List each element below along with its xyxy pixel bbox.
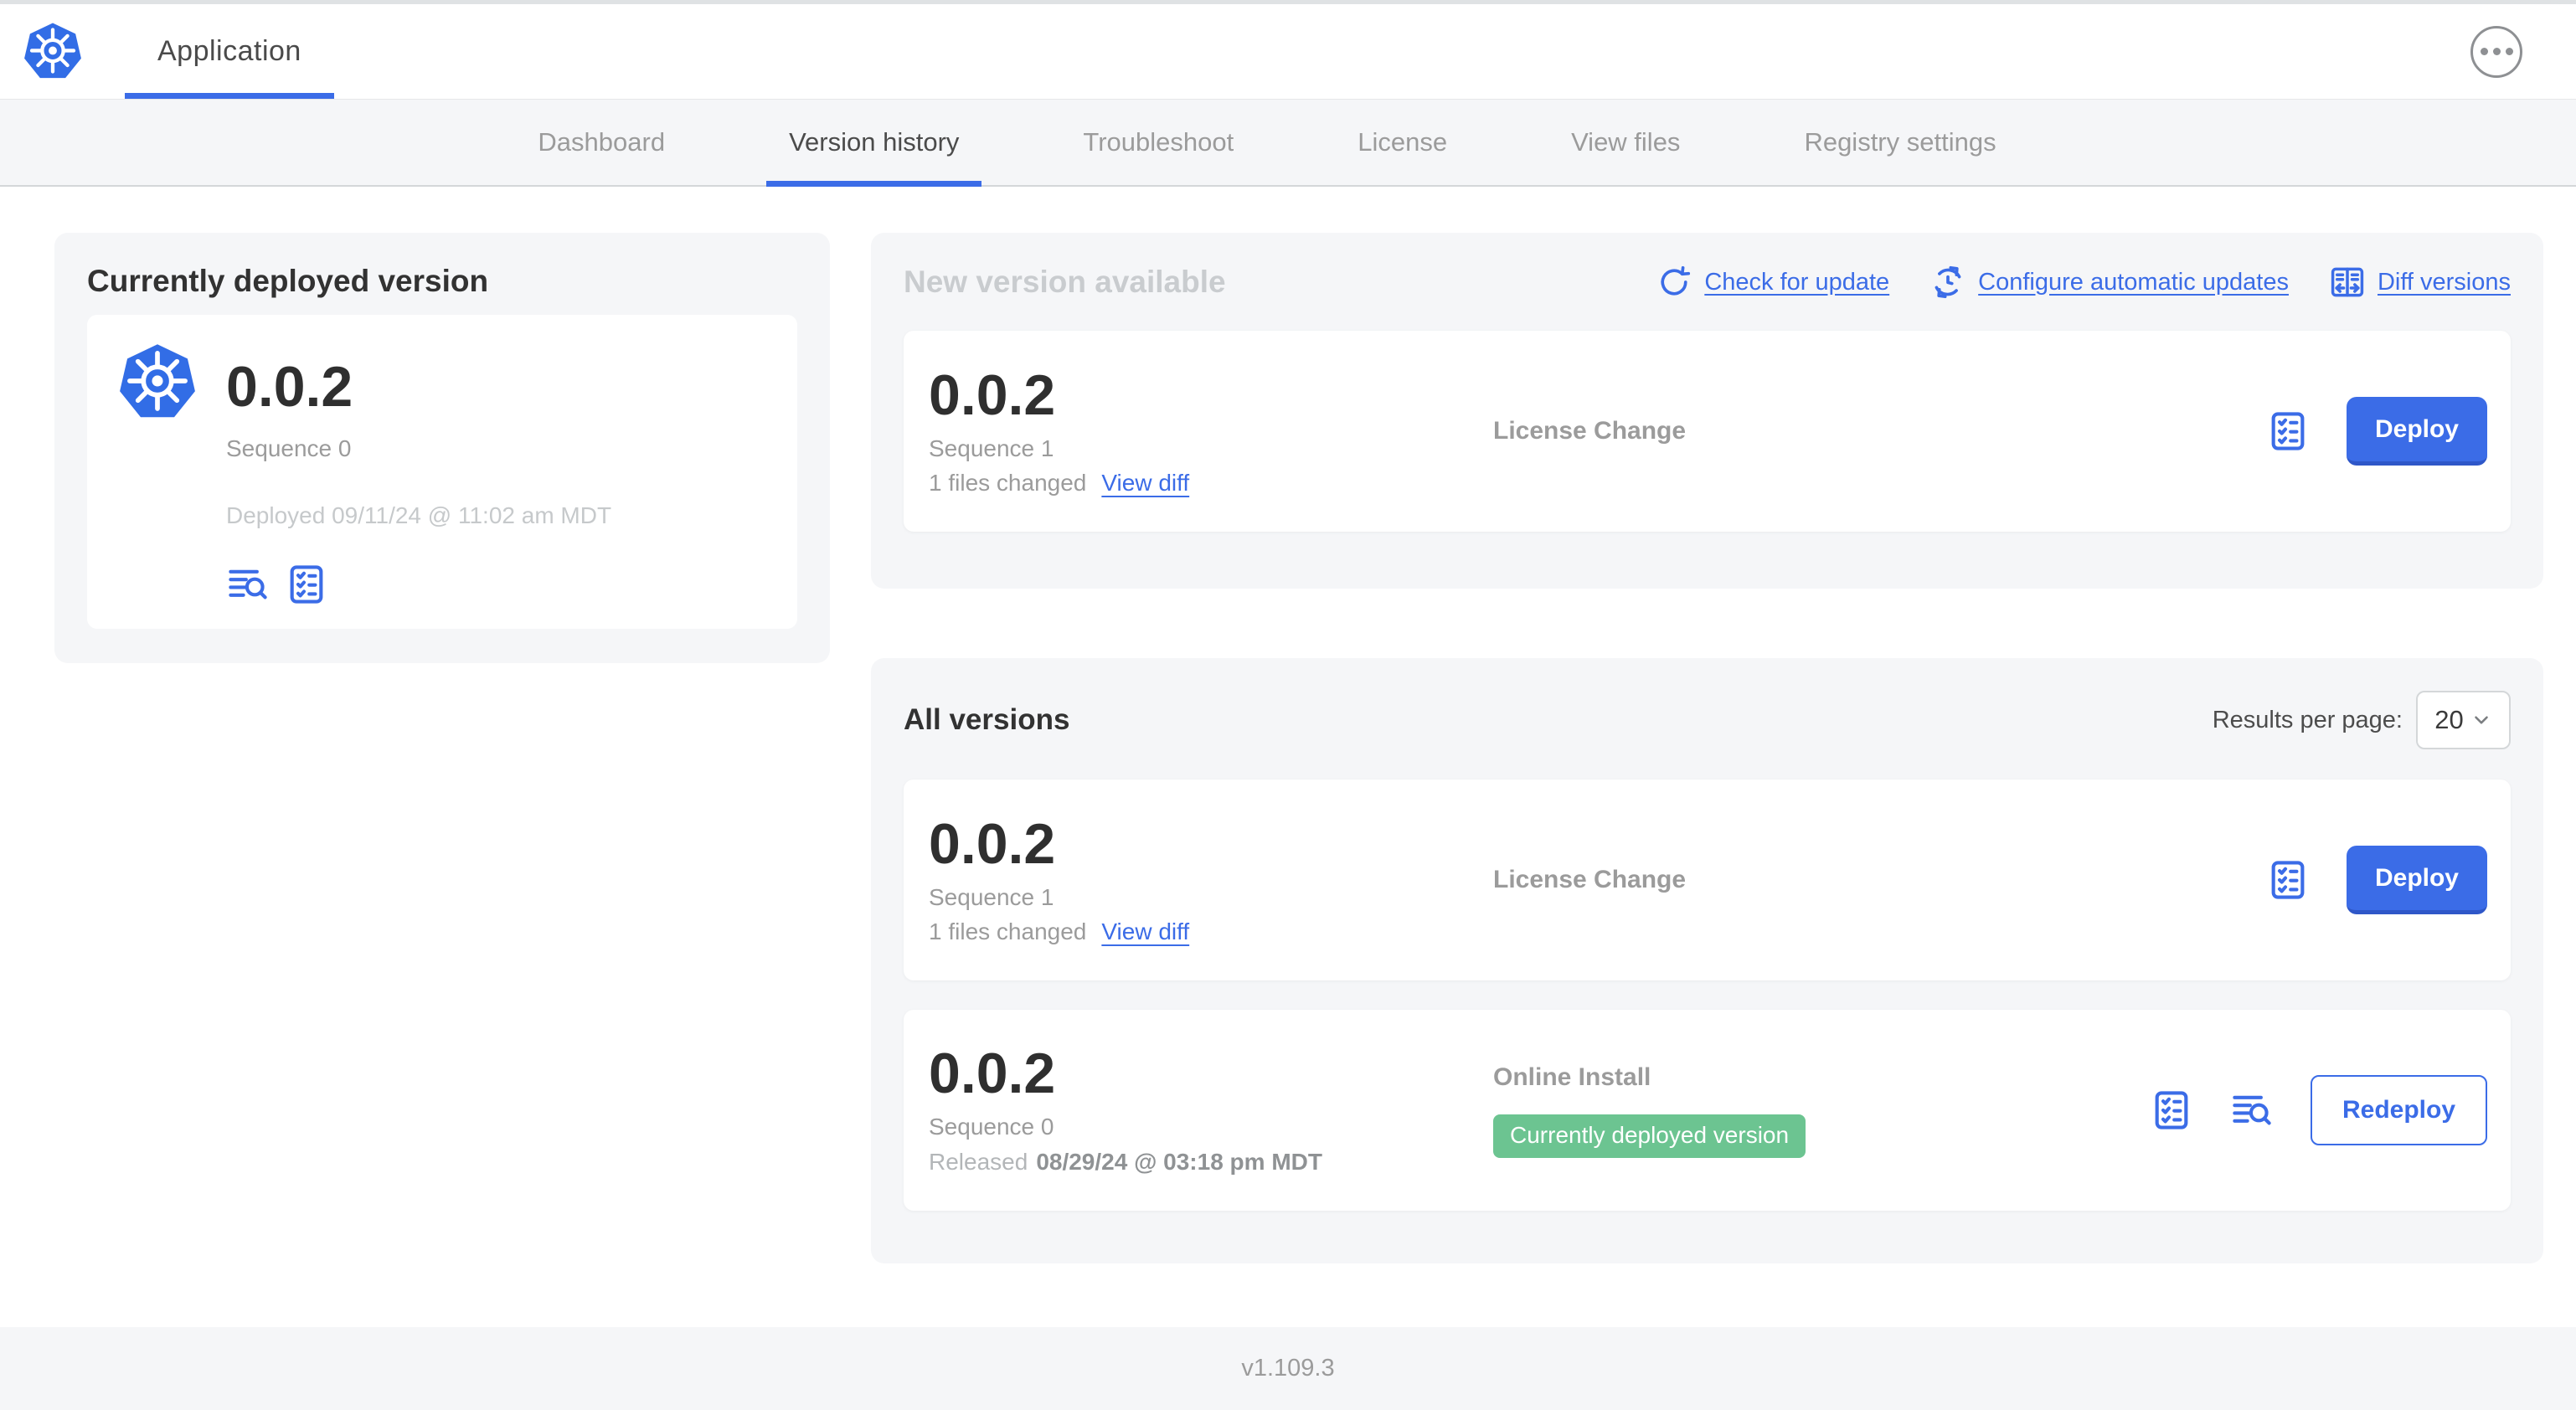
currently-deployed-title: Currently deployed version — [87, 264, 489, 298]
kubernetes-logo-icon — [116, 342, 198, 424]
version-sequence: Sequence 1 — [929, 435, 1054, 461]
files-changed-row: 1 files changed View diff — [929, 470, 1493, 497]
results-per-page-value: 20 — [2434, 705, 2464, 734]
all-versions-panel: All versions Results per page: 20 0.0.2 … — [871, 658, 2543, 1263]
deployed-timestamp: Deployed 09/11/24 @ 11:02 am MDT — [226, 502, 612, 528]
released-row: Released 08/29/24 @ 03:18 pm MDT — [929, 1149, 1493, 1176]
version-source: License Change — [1493, 417, 2266, 445]
version-actions: Deploy — [2266, 846, 2487, 914]
version-row: 0.0.2 Sequence 0 Released 08/29/24 @ 03:… — [904, 1010, 2511, 1211]
tab-version-history[interactable]: Version history — [766, 100, 982, 187]
new-version-card: 0.0.2 Sequence 1 1 files changed View di… — [904, 331, 2511, 532]
kubernetes-logo-icon — [22, 21, 84, 83]
version-info: 0.0.2 Sequence 1 1 files changed View di… — [929, 816, 1493, 945]
app-tab[interactable]: Application — [125, 4, 334, 99]
preflight-checks-icon[interactable] — [2150, 1088, 2193, 1132]
files-changed-label: 1 files changed — [929, 918, 1087, 944]
source-label: Online Install — [1493, 1063, 1651, 1091]
version-info: 0.0.2 Sequence 0 Released 08/29/24 @ 03:… — [929, 1045, 1493, 1176]
files-changed-label: 1 files changed — [929, 469, 1087, 496]
deploy-button[interactable]: Deploy — [2346, 846, 2487, 914]
version-actions: Deploy — [2266, 397, 2487, 466]
version-sequence: Sequence 0 — [929, 1114, 1054, 1140]
released-timestamp: 08/29/24 @ 03:18 pm MDT — [1036, 1149, 1322, 1175]
version-number: 0.0.2 — [929, 363, 1056, 427]
preflight-checks-icon[interactable] — [2266, 409, 2310, 453]
main-content: Currently deployed version 0.0.2 Sequenc… — [0, 187, 2576, 1263]
files-changed-row: 1 files changed View diff — [929, 918, 1493, 945]
new-version-panel: New version available Check for update C… — [871, 233, 2543, 589]
tab-troubleshoot[interactable]: Troubleshoot — [1060, 100, 1256, 185]
version-row: 0.0.2 Sequence 1 1 files changed View di… — [904, 780, 2511, 980]
app-header: Application — [0, 4, 2576, 99]
view-diff-link[interactable]: View diff — [1101, 918, 1189, 945]
app-title: Application — [157, 35, 301, 67]
version-number: 0.0.2 — [929, 1042, 1056, 1105]
deploy-button[interactable]: Deploy — [2346, 397, 2487, 466]
new-version-title: New version available — [904, 265, 1226, 299]
update-actions: Check for update Configure automatic upd… — [1656, 264, 2511, 301]
app-footer: v1.109.3 — [0, 1327, 2576, 1410]
tab-registry-settings[interactable]: Registry settings — [1781, 100, 2018, 185]
redeploy-button[interactable]: Redeploy — [2310, 1075, 2487, 1145]
chevron-down-icon — [2474, 716, 2488, 724]
new-version-header: New version available Check for update C… — [904, 264, 2511, 301]
released-label: Released — [929, 1149, 1028, 1175]
view-logs-icon[interactable] — [2230, 1088, 2274, 1132]
auto-update-clock-icon — [1935, 265, 1961, 299]
results-per-page: Results per page: 20 — [2213, 691, 2511, 749]
version-number: 0.0.2 — [929, 811, 1056, 876]
app-navbar: Dashboard Version history Troubleshoot L… — [0, 99, 2576, 187]
results-per-page-label: Results per page: — [2212, 706, 2403, 733]
currently-deployed-badge: Currently deployed version — [1493, 1114, 1806, 1158]
view-logs-icon[interactable] — [226, 563, 270, 606]
preflight-checks-icon[interactable] — [285, 563, 328, 606]
deployed-actions — [226, 563, 611, 606]
currently-deployed-card: 0.0.2 Sequence 0 Deployed 09/11/24 @ 11:… — [87, 315, 797, 629]
preflight-checks-icon[interactable] — [2266, 858, 2310, 902]
check-for-update-link[interactable]: Check for update — [1656, 264, 1889, 301]
console-version: v1.109.3 — [1241, 1355, 1335, 1382]
version-source: License Change — [1493, 866, 2266, 894]
refresh-icon — [1661, 265, 1691, 296]
all-versions-header: All versions Results per page: 20 — [904, 691, 2511, 749]
version-sequence: Sequence 1 — [929, 883, 1054, 910]
currently-deployed-panel: Currently deployed version 0.0.2 Sequenc… — [54, 233, 830, 663]
view-diff-link[interactable]: View diff — [1101, 470, 1189, 497]
tab-view-files[interactable]: View files — [1548, 100, 1703, 185]
deployed-sequence: Sequence 0 — [226, 435, 352, 461]
diff-versions-link[interactable]: Diff versions — [2329, 264, 2511, 301]
deployed-version-info: 0.0.2 Sequence 0 Deployed 09/11/24 @ 11:… — [226, 340, 611, 604]
version-source: Online Install Currently deployed versio… — [1493, 1063, 2150, 1158]
tab-dashboard[interactable]: Dashboard — [515, 100, 688, 185]
source-label: License Change — [1493, 417, 1687, 445]
ellipsis-icon — [2480, 48, 2488, 55]
diff-icon — [2331, 267, 2364, 297]
results-per-page-select[interactable]: 20 — [2416, 691, 2511, 749]
tab-license[interactable]: License — [1335, 100, 1470, 185]
version-info: 0.0.2 Sequence 1 1 files changed View di… — [929, 367, 1493, 497]
all-versions-title: All versions — [904, 703, 1070, 736]
app-tab-active-underline — [125, 93, 334, 99]
deployed-version-number: 0.0.2 — [226, 355, 353, 419]
configure-automatic-updates-link[interactable]: Configure automatic updates — [1929, 264, 2289, 301]
version-actions: Redeploy — [2150, 1075, 2487, 1145]
right-column: New version available Check for update C… — [871, 233, 2543, 1263]
more-options-button[interactable] — [2470, 25, 2522, 78]
source-label: License Change — [1493, 866, 1687, 893]
